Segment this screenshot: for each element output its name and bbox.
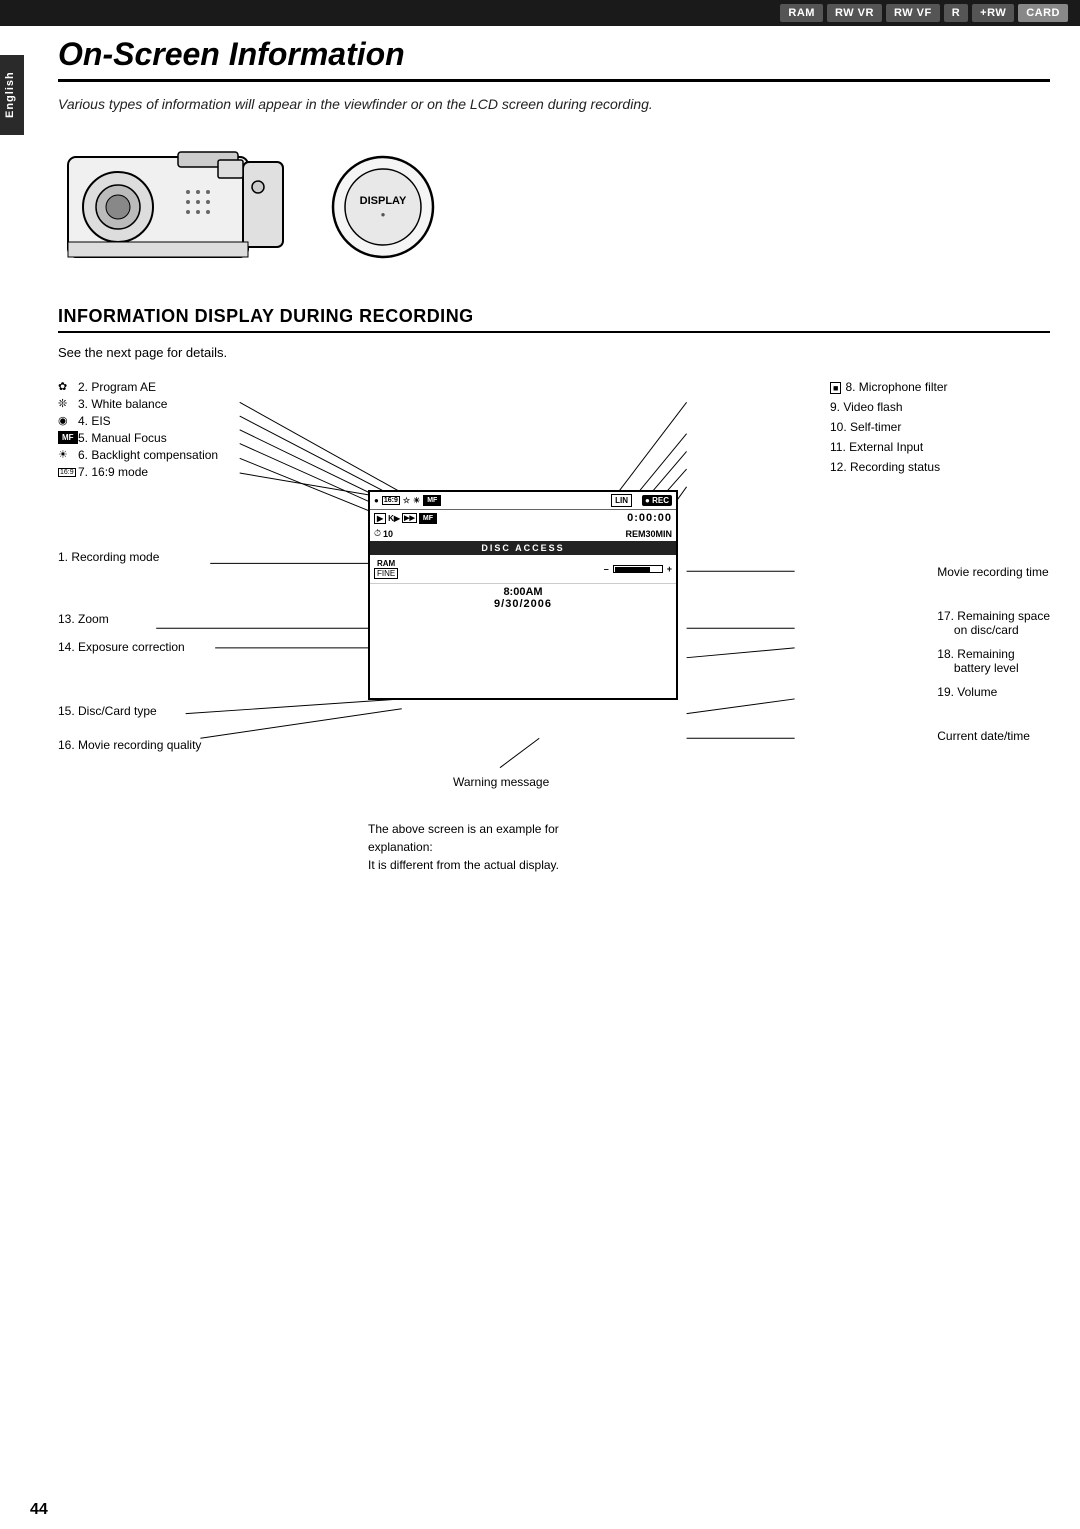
page-title: On-Screen Information bbox=[58, 36, 1050, 82]
label-white-balance: ❊ 3. White balance bbox=[58, 397, 338, 411]
program-ae-icon: ✿ bbox=[58, 380, 78, 393]
screen-icon-star: ☆ bbox=[403, 496, 410, 505]
screen-battery-fill bbox=[615, 567, 650, 572]
screen-icon-169: 16:9 bbox=[382, 496, 400, 505]
label-disc-card-type: 15. Disc/Card type bbox=[58, 704, 201, 718]
label-warning-message: Warning message bbox=[453, 775, 549, 789]
mf-icon: MF bbox=[58, 431, 78, 443]
white-balance-icon: ❊ bbox=[58, 397, 78, 410]
screen-disc-access: DISC ACCESS bbox=[370, 541, 676, 555]
badge-card: CARD bbox=[1018, 4, 1068, 22]
note-line2: explanation: bbox=[368, 838, 559, 856]
label-program-ae: ✿ 2. Program AE bbox=[58, 380, 338, 394]
label-movie-recording-quality: 16. Movie recording quality bbox=[58, 738, 201, 752]
badge-ram: RAM bbox=[780, 4, 823, 22]
screen-rem: REM30MIN bbox=[625, 529, 672, 539]
screen-rec-badge: ● REC bbox=[642, 495, 672, 506]
screen-timer: 0:00:00 bbox=[627, 512, 672, 524]
label-external-input: 11. External Input bbox=[830, 440, 1050, 454]
label-exposure-correction: 14. Exposure correction bbox=[58, 640, 201, 654]
camera-image-area: DISPLAY ● bbox=[58, 132, 1050, 282]
see-next-text: See the next page for details. bbox=[58, 345, 1050, 360]
top-bar: RAM RW VR RW VF R +RW CARD bbox=[0, 0, 1080, 26]
label-backlight: ☀ 6. Backlight compensation bbox=[58, 448, 338, 462]
camera-sketch bbox=[58, 132, 298, 282]
middle-left-labels: 1. Recording mode 13. Zoom 14. Exposure … bbox=[58, 550, 201, 752]
screen-fine-label: FINE bbox=[374, 568, 398, 579]
screen-icon-ww: ▶▶ bbox=[402, 513, 417, 523]
label-microphone-filter: ■8. Microphone filter bbox=[830, 380, 1050, 394]
169-icon: 16:9 bbox=[58, 465, 78, 477]
badge-rwvf: RW VF bbox=[886, 4, 940, 22]
label-recording-mode: 1. Recording mode bbox=[58, 550, 201, 564]
page-number: 44 bbox=[30, 1501, 48, 1519]
screen-display-box: ● 16:9 ☆ ☀ MF LIN ● REC ▶ K▶ ▶▶ MF 0:00:… bbox=[368, 490, 678, 700]
display-button-sketch: DISPLAY ● bbox=[328, 152, 438, 262]
main-content: On-Screen Information Various types of i… bbox=[28, 36, 1080, 940]
note-box: The above screen is an example for expla… bbox=[368, 820, 559, 874]
label-eis: ◉ 4. EIS bbox=[58, 414, 338, 428]
label-manual-focus: MF 5. Manual Focus bbox=[58, 431, 338, 445]
label-zoom: 13. Zoom bbox=[58, 612, 201, 626]
svg-text:DISPLAY: DISPLAY bbox=[360, 195, 407, 207]
screen-icon-d: ▶ bbox=[374, 513, 386, 524]
note-line1: The above screen is an example for bbox=[368, 820, 559, 838]
section-heading: INFORMATION DISPLAY DURING RECORDING bbox=[58, 306, 1050, 333]
screen-timer-icon: ⏱ bbox=[374, 528, 381, 539]
left-top-labels: ✿ 2. Program AE ❊ 3. White balance ◉ 4. … bbox=[58, 380, 338, 482]
svg-text:●: ● bbox=[381, 210, 386, 219]
subtitle: Various types of information will appear… bbox=[58, 96, 1050, 112]
label-recording-status: 12. Recording status bbox=[830, 460, 1050, 474]
screen-plus: + bbox=[667, 564, 672, 574]
badge-r: R bbox=[944, 4, 968, 22]
screen-ram-label: RAM bbox=[377, 559, 395, 568]
sidebar-language-label: English bbox=[0, 55, 24, 135]
label-self-timer: 10. Self-timer bbox=[830, 420, 1050, 434]
screen-icon-mf: MF bbox=[423, 495, 441, 506]
screen-lin-badge: LIN bbox=[611, 494, 632, 507]
label-video-flash: 9. Video flash bbox=[830, 400, 1050, 414]
screen-icon-k: K▶ bbox=[388, 514, 400, 523]
badge-rwvr: RW VR bbox=[827, 4, 882, 22]
note-line3: It is different from the actual display. bbox=[368, 856, 559, 874]
screen-minus: – bbox=[604, 564, 609, 574]
screen-date: 9/30/2006 bbox=[374, 598, 672, 610]
screen-icon-circle: ● bbox=[374, 496, 379, 505]
screen-timer-count: 10 bbox=[383, 529, 393, 539]
screen-icon-mf2: MF bbox=[419, 513, 437, 524]
right-top-labels: ■8. Microphone filter 9. Video flash 10.… bbox=[830, 380, 1050, 480]
middle-right-labels: Movie recording time 17. Remaining space… bbox=[937, 565, 1050, 743]
screen-icon-sun: ☀ bbox=[413, 496, 420, 505]
diagram-area: ✿ 2. Program AE ❊ 3. White balance ◉ 4. … bbox=[58, 380, 1050, 900]
label-current-datetime: Current date/time bbox=[937, 729, 1050, 743]
label-169-mode: 16:9 7. 16:9 mode bbox=[58, 465, 338, 479]
screen-time: 8:00AM bbox=[374, 586, 672, 598]
badge-plusrw: +RW bbox=[972, 4, 1014, 22]
label-movie-recording-time: Movie recording time bbox=[937, 565, 1050, 579]
backlight-icon: ☀ bbox=[58, 448, 78, 461]
eis-icon: ◉ bbox=[58, 414, 78, 427]
label-remaining-space: 17. Remaining space on disc/card bbox=[937, 609, 1050, 637]
label-remaining-battery: 18. Remaining battery level bbox=[937, 647, 1050, 675]
label-volume: 19. Volume bbox=[937, 685, 1050, 699]
